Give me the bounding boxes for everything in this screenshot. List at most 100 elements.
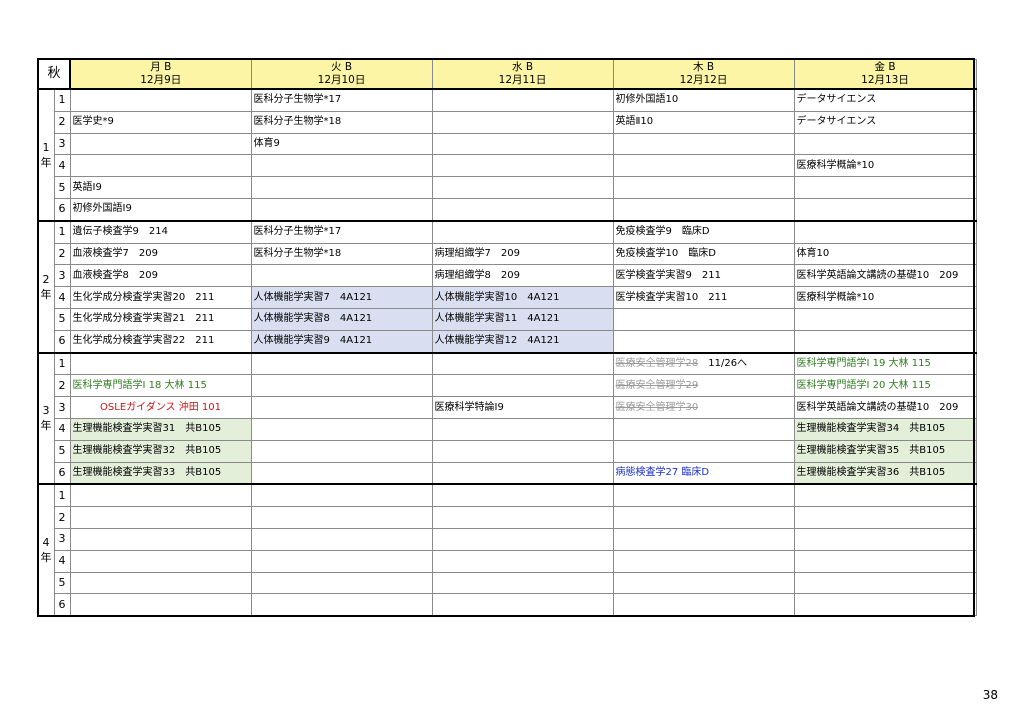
table-row: 5 生理機能検査学実習32 共B105 生理機能検査学実習35 共B105 [38,439,977,463]
class-cell: 医科学専門語学Ⅰ 20 大林 115 [793,374,977,398]
class-text: 免疫検査学9 臨床D [615,226,710,238]
table-row: 2 年 1 遺伝子検査学9 214 医科分子生物学*17 免疫検査学9 臨床D [37,219,977,354]
period-number: 3 [53,132,71,156]
day-name: 木 B [692,60,715,73]
class-cell [431,549,614,573]
page-number: 38 [982,688,998,702]
class-cell: 体育9 [250,132,433,156]
class-cell [69,549,252,573]
year-suffix: 年 [40,551,52,565]
period-number: 3 [53,527,71,551]
period-number: 6 [53,461,71,485]
table-row: 1 年 1 医科分子生物学*17 初修外国語10 データサイエンス [37,87,977,222]
cancelled-class: 医療安全管理学28 [615,357,699,369]
class-cell: 生理機能検査学実習31 共B105 [69,417,252,441]
class-cell [612,483,795,508]
class-text: 病態検査学27 臨床D [615,466,710,478]
class-cell [612,329,795,354]
period-number: 6 [53,593,71,617]
table-row: 5 生化学成分検査学実習21 211 人体機能学実習8 4A121 人体機能学実習11… [38,307,977,331]
table-row: 4年1 [37,483,977,617]
class-cell [612,197,795,222]
year-label: 1年 [37,88,55,222]
class-text: 体育9 [253,137,280,149]
class-cell [69,483,252,508]
class-text: 人体機能学実習10 4A121 [434,291,560,303]
class-cell [431,506,614,529]
year-number: 3 [42,404,50,418]
period-number: 6 [53,329,71,354]
class-cell [612,527,795,551]
class-text: 生化学成分検査学実習20 211 [72,291,215,303]
class-cell: 医学検査学実習10 211 [612,286,795,309]
class-text: 生理機能検査学実習33 共B105 [72,466,222,478]
class-text: 医科分子生物学*18 [253,247,342,259]
class-text: 生化学成分検査学実習22 211 [72,335,215,347]
class-text: 英語Ⅱ10 [615,116,654,128]
day-name: 月 B [150,60,172,73]
class-text: 遺伝子検査学9 214 [72,226,168,238]
year-suffix: 年 [40,155,52,169]
class-cell [250,506,433,529]
class-cell [250,154,433,178]
table-row: 3 OSLEガイダンス 沖田 101 医療科学特論Ⅰ9 医療安全管理学30 医科学英語論… [38,396,977,419]
class-cell: 初修外国語10 [612,87,795,112]
class-cell: 生理機能検査学実習35 共B105 [793,439,977,463]
class-text: 人体機能学実習11 4A121 [434,313,560,325]
class-cell [431,483,614,508]
class-cell: データサイエンス [793,110,977,134]
class-text: データサイエンス [796,116,877,128]
day-header-wed: 水 B 12月11日 [431,58,614,90]
class-cell [793,176,977,199]
class-cell: 医療安全管理学30 [612,396,795,419]
day-header-mon: 月 B 12月9日 [69,58,252,90]
class-text: 医科分子生物学*17 [253,94,342,106]
table-row: 3 年 1 医療安全管理学28 11/26へ 医科学専門語学Ⅰ 19 大林 115 [37,351,977,485]
class-text: 生理機能検査学実習34 共B105 [796,423,946,435]
term-label: 秋 [36,58,72,90]
table-row: 4 生化学成分検査学実習20 211 人体機能学実習7 4A121 人体機能学実習10… [38,286,977,309]
class-cell [612,176,795,199]
class-cell: 人体機能学実習11 4A121 [431,307,614,331]
table-row: 2 医学史*9 医科分子生物学*18 英語Ⅱ10 データサイエンス [38,110,977,134]
table-row: 4 生理機能検査学実習31 共B105 生理機能検査学実習34 共B105 [38,417,977,441]
class-cell: 免疫検査学10 臨床D [612,242,795,266]
period-number: 2 [53,110,71,134]
class-cell [793,132,977,156]
class-cell [793,571,977,595]
class-text: 医科学専門語学Ⅰ 20 大林 115 [796,379,931,391]
class-cell [431,219,614,244]
class-cell: 遺伝子検査学9 214 [69,219,252,244]
class-cell [431,417,614,441]
class-cell [793,329,977,354]
class-text: 医療科学概論*10 [796,291,875,303]
day-date: 12月9日 [140,73,182,86]
class-cell [431,374,614,398]
class-cell [793,307,977,331]
class-cell [612,593,795,617]
class-cell [431,571,614,595]
class-text: 初修外国語10 [615,94,679,106]
year-number: 2 [42,272,50,286]
class-cell [69,506,252,529]
class-cell [793,549,977,573]
class-cell [612,307,795,331]
class-cell: 医科学英語論文講読の基礎10 209 [793,264,977,288]
period-number: 1 [53,351,71,376]
class-text: 医療科学特論Ⅰ9 [434,401,504,413]
class-cell [793,483,977,508]
class-cell: 血液検査学8 209 [69,264,252,288]
table-row: 3 体育9 [38,132,977,156]
class-cell [431,176,614,199]
table-row: 5 [38,571,977,595]
class-cell: 医科分子生物学*17 [250,219,433,244]
day-date: 12月12日 [679,73,728,86]
reschedule-note: 11/26へ [698,357,748,369]
period-number: 5 [53,176,71,199]
period-number: 4 [53,549,71,573]
period-number: 2 [53,374,71,398]
class-text: 人体機能学実習7 4A121 [253,291,373,303]
year-suffix: 年 [40,419,52,433]
class-cell [250,417,433,441]
table-row: 6 初修外国語Ⅰ9 [38,197,977,222]
